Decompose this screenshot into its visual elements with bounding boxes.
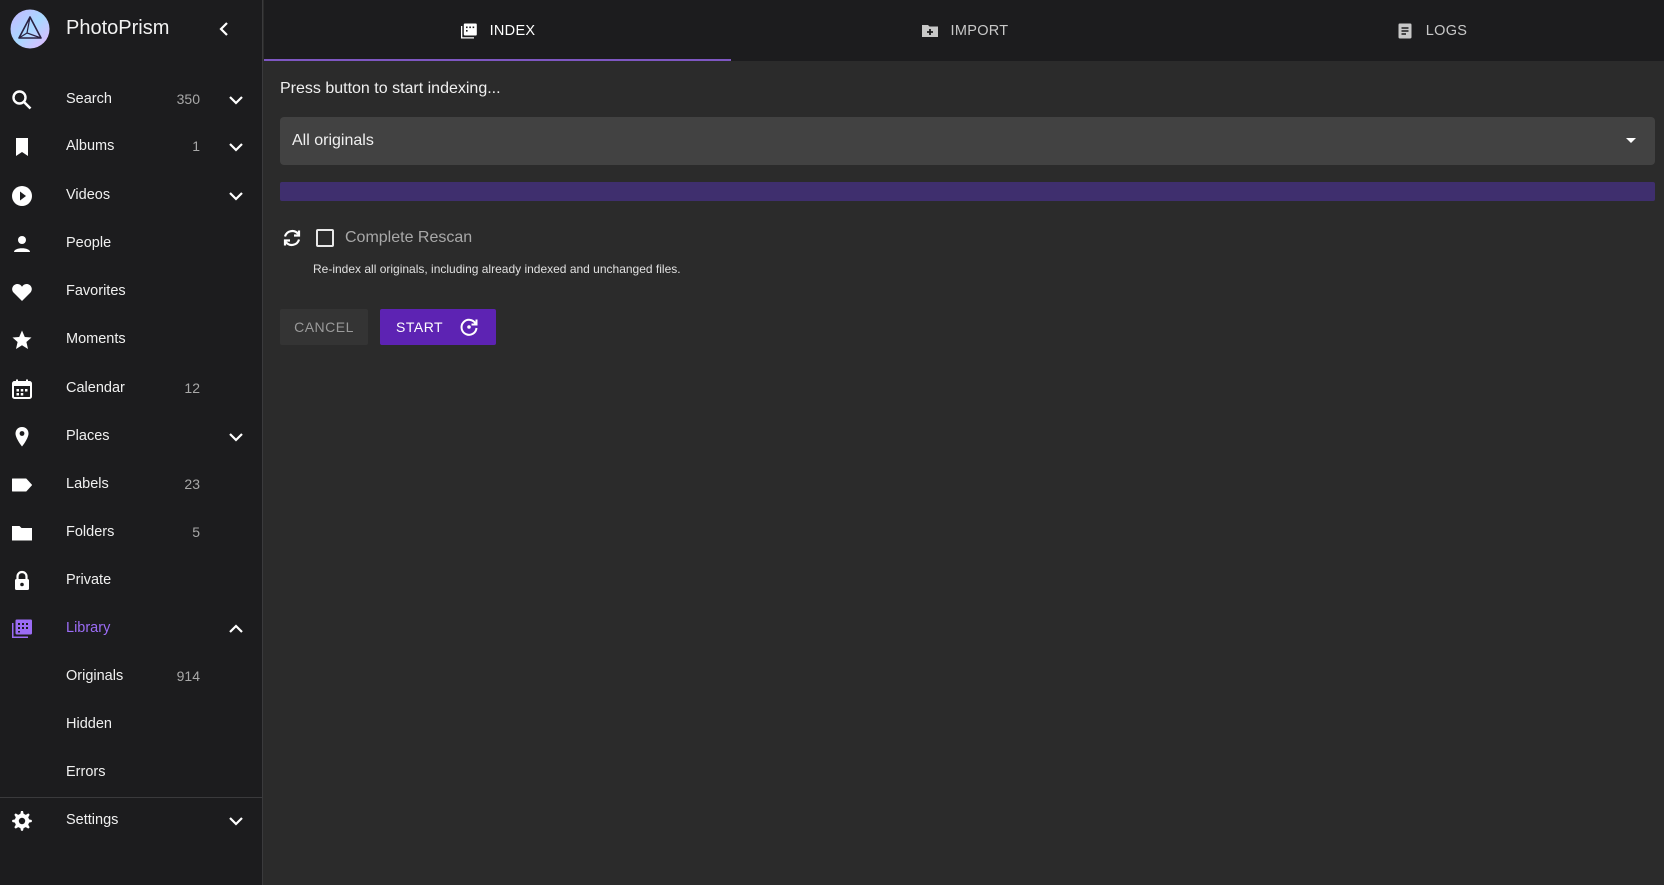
tab-index[interactable]: INDEX [264,0,731,61]
index-progress-bar [280,182,1655,201]
chevron-left-icon[interactable] [214,17,234,41]
file-document-icon [1398,23,1412,38]
sidebar-item-label: People [66,235,112,251]
sidebar-subitem-originals[interactable]: Originals 914 [0,653,263,701]
gear-icon [12,811,32,831]
sidebar-item-label: Library [66,620,111,636]
sidebar-subitem-errors[interactable]: Errors [0,749,263,797]
chevron-down-icon[interactable] [224,809,248,833]
brand-header: PhotoPrism [0,0,263,58]
sidebar-item-folders[interactable]: Folders 5 [0,509,263,557]
sidebar-item-label: Folders [66,524,115,540]
star-icon [12,330,32,349]
photoprism-logo[interactable] [10,9,50,49]
sidebar-item-labels[interactable]: Labels 23 [0,461,263,509]
sidebar-item-favorites[interactable]: Favorites [0,268,263,316]
refresh-icon [283,229,301,247]
start-button-label: START [396,319,444,335]
person-icon [14,236,30,252]
location-pin-icon [15,427,29,447]
sidebar-item-label: Private [66,572,112,588]
folder-index-icon [460,23,477,38]
chevron-up-icon[interactable] [224,617,248,641]
sidebar-item-search[interactable]: Search 350 [0,76,263,124]
item-count: 1 [192,138,200,154]
complete-rescan-checkbox[interactable] [316,229,334,247]
sidebar-item-albums[interactable]: Albums 1 [0,123,263,171]
item-count: 23 [184,476,200,492]
sidebar-item-label: Originals [66,668,124,684]
item-count: 350 [176,91,200,107]
restart-icon [460,318,478,336]
sidebar-item-label: Calendar [66,380,125,396]
index-hint: Press button to start indexing... [280,80,501,97]
app-name: PhotoPrism [66,17,170,39]
item-count: 914 [176,668,200,684]
sidebar-item-people[interactable]: People [0,220,263,268]
heart-icon [12,284,32,301]
sidebar-item-label: Moments [66,331,126,347]
search-icon [12,90,32,110]
dropdown-arrow-icon [1626,138,1636,143]
calendar-icon [12,379,32,399]
sidebar-item-label: Errors [66,764,106,780]
complete-rescan-label[interactable]: Complete Rescan [345,229,472,247]
lock-icon [15,570,29,590]
chevron-down-icon[interactable] [224,88,248,112]
chevron-down-icon[interactable] [224,425,248,449]
sidebar-item-label: Labels [66,476,109,492]
start-button[interactable]: START [380,309,496,345]
complete-rescan-description: Re-index all originals, including alread… [313,262,681,276]
sidebar-subitem-hidden[interactable]: Hidden [0,701,263,749]
sidebar-item-calendar[interactable]: Calendar 12 [0,365,263,413]
sidebar-item-label: Settings [66,812,119,828]
tab-bar: INDEX IMPORT LOGS [264,0,1664,61]
sidebar-item-label: Search [66,91,112,107]
tab-logs[interactable]: LOGS [1198,0,1664,61]
label-tag-icon [12,478,32,492]
chevron-down-icon[interactable] [224,184,248,208]
select-value: All originals [292,132,374,149]
originals-select[interactable]: All originals [280,117,1655,165]
bookmark-icon [16,138,28,156]
sidebar-item-videos[interactable]: Videos [0,172,263,220]
sidebar-item-label: Hidden [66,716,112,732]
tab-label: INDEX [489,22,536,39]
app-window: PhotoPrism Search 350 Albums 1 Videos Pe… [0,0,1664,885]
sidebar-item-private[interactable]: Private [0,557,263,605]
item-count: 5 [192,524,200,540]
tab-label: LOGS [1425,22,1468,39]
item-count: 12 [184,380,200,396]
tab-import[interactable]: IMPORT [731,0,1198,61]
sidebar-item-label: Albums [66,138,115,154]
sidebar-item-library[interactable]: Library [0,605,263,653]
folder-icon [12,526,32,541]
library-icon [12,619,32,638]
sidebar-item-label: Favorites [66,283,126,299]
sidebar-item-moments[interactable]: Moments [0,316,263,364]
chevron-down-icon[interactable] [224,135,248,159]
folder-plus-icon [921,24,938,37]
tab-label: IMPORT [950,22,1009,39]
sidebar: PhotoPrism Search 350 Albums 1 Videos Pe… [0,0,263,885]
sidebar-item-label: Places [66,428,110,444]
sidebar-item-label: Videos [66,187,111,203]
cancel-button[interactable]: CANCEL [280,309,368,345]
main-content: INDEX IMPORT LOGS Press button to start … [264,0,1664,885]
sidebar-item-settings[interactable]: Settings [0,797,263,845]
sidebar-item-places[interactable]: Places [0,413,263,461]
play-circle-icon [12,186,32,206]
